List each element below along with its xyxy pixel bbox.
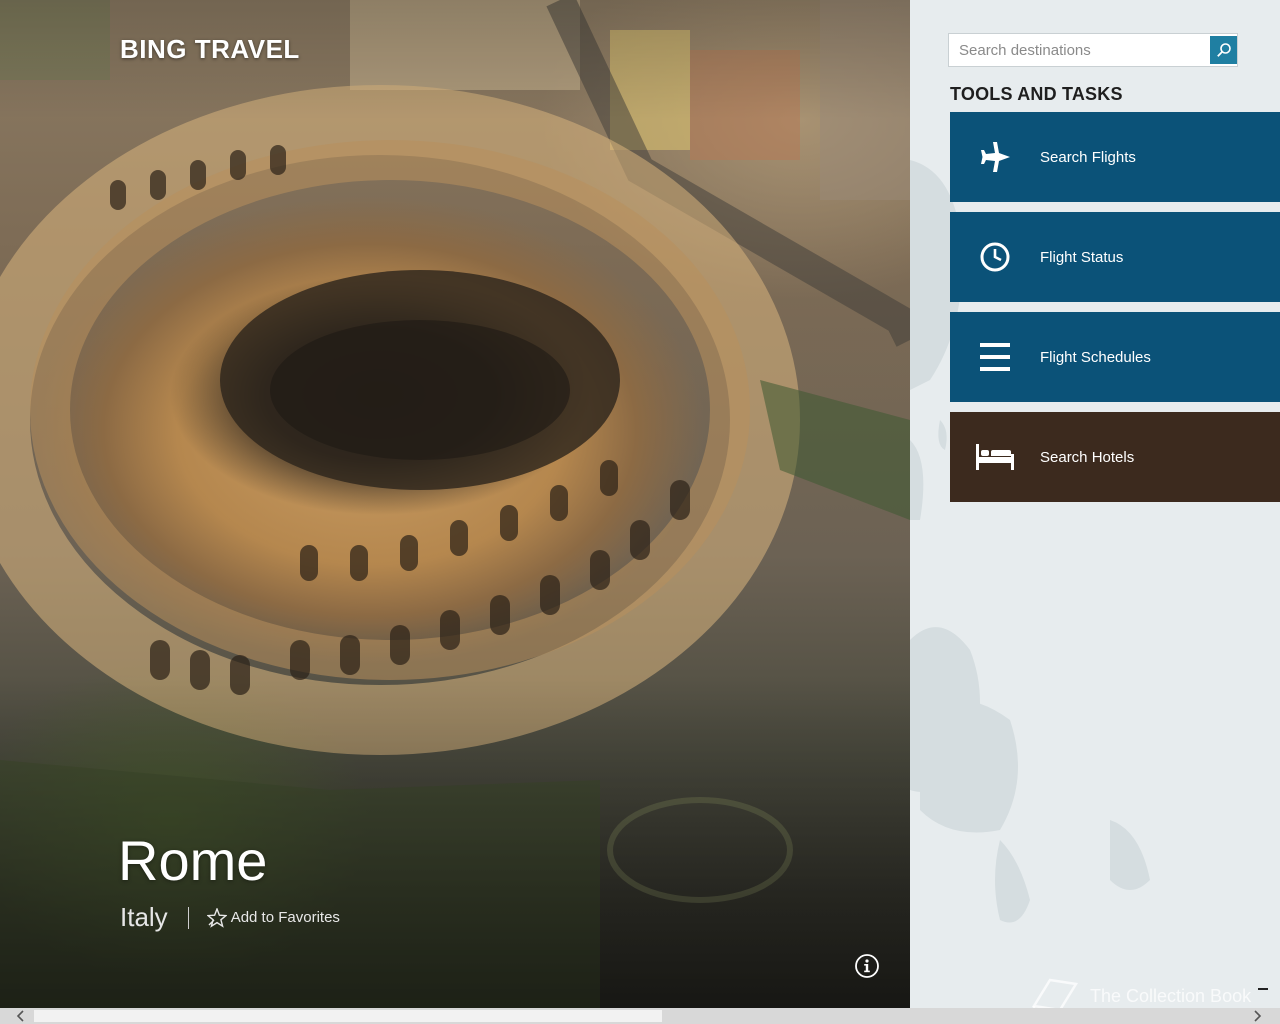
airplane-icon xyxy=(950,112,1040,202)
scroll-left-button[interactable] xyxy=(10,1008,30,1024)
watermark-text: The Collection Book xyxy=(1090,985,1252,1006)
add-to-favorites-label: Add to Favorites xyxy=(230,909,340,926)
search-flights-tile[interactable]: Search Flights xyxy=(950,112,1280,202)
minimize-indicator[interactable] xyxy=(1258,988,1268,990)
flight-schedules-label: Flight Schedules xyxy=(1040,348,1151,366)
search-button[interactable] xyxy=(1210,36,1237,64)
tools-and-tasks-heading: TOOLS AND TASKS xyxy=(950,84,1123,104)
star-icon xyxy=(206,907,227,928)
book-icon xyxy=(1031,978,1079,1008)
search-hotels-label: Search Hotels xyxy=(1040,448,1135,466)
flight-status-tile[interactable]: Flight Status xyxy=(950,212,1280,302)
app-window: BING TRAVEL Rome Italy Add to Favorites xyxy=(0,0,1280,1024)
destination-subheader: Italy Add to Favorites xyxy=(120,902,340,933)
hero-panel[interactable]: BING TRAVEL Rome Italy Add to Favorites xyxy=(0,0,910,1008)
search-icon xyxy=(1216,43,1231,57)
scrollbar-thumb[interactable] xyxy=(34,1010,662,1022)
search-input[interactable] xyxy=(949,34,1207,66)
watermark: The Collection Book xyxy=(1030,976,1251,1008)
divider xyxy=(187,906,189,929)
scroll-right-button[interactable] xyxy=(1248,1008,1268,1024)
search-hotels-tile[interactable]: Search Hotels xyxy=(950,412,1280,502)
chevron-right-icon xyxy=(1254,1010,1262,1022)
flight-schedules-tile[interactable]: Flight Schedules xyxy=(950,312,1280,402)
add-to-favorites-button[interactable]: Add to Favorites xyxy=(206,907,340,928)
info-button[interactable] xyxy=(855,954,879,978)
app-title: BING TRAVEL xyxy=(120,34,300,64)
search-box xyxy=(948,33,1238,67)
destination-country: Italy xyxy=(120,902,168,932)
info-icon xyxy=(855,954,879,978)
tools-panel: TOOLS AND TASKS Search Flights Flight St… xyxy=(910,0,1280,1008)
list-icon xyxy=(950,312,1040,402)
bed-icon xyxy=(950,412,1040,502)
clock-icon xyxy=(950,212,1040,302)
chevron-left-icon xyxy=(16,1010,24,1022)
horizontal-scrollbar[interactable] xyxy=(0,1008,1280,1024)
destination-city: Rome xyxy=(118,829,268,892)
flight-status-label: Flight Status xyxy=(1040,248,1124,266)
search-flights-label: Search Flights xyxy=(1040,148,1136,166)
